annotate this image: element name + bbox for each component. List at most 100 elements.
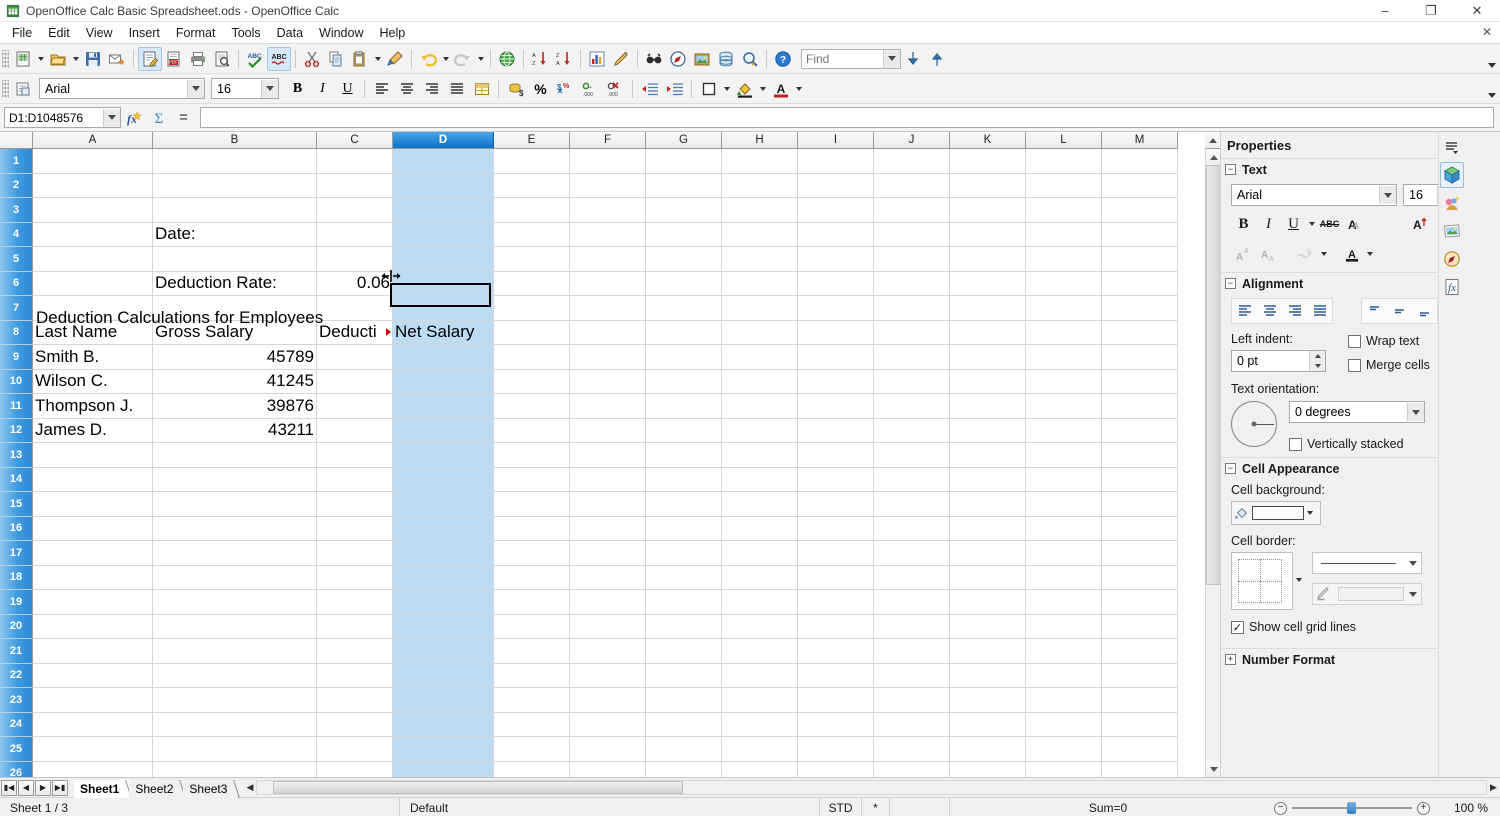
zoom-control[interactable]: − + [1266, 801, 1438, 815]
sort-ascending-icon[interactable]: AZ [528, 47, 552, 71]
cell-area[interactable]: Date: Deduction Rate: 0.06 Last Name Gross S… [33, 149, 1178, 777]
cell-B1[interactable] [153, 149, 317, 174]
cell-G26[interactable] [646, 761, 722, 777]
cut-icon[interactable] [300, 47, 324, 71]
sidebar-grow-font-button[interactable]: A [1408, 212, 1433, 236]
cell-appearance-panel-header[interactable]: − Cell Appearance ⋯ [1221, 457, 1464, 479]
hscroll-left-icon[interactable]: ◀ [243, 780, 256, 795]
text-panel-header[interactable]: − Text ⋯ [1221, 158, 1464, 180]
cell-H17[interactable] [722, 541, 798, 566]
font-size-dropdown-icon[interactable] [261, 79, 278, 98]
maximize-button[interactable]: ❐ [1408, 0, 1454, 22]
cell-A9[interactable]: Smith B. [33, 345, 153, 370]
row-header-8[interactable]: 8 [0, 320, 33, 345]
sheet-tab-2[interactable]: Sheet2 [129, 779, 187, 798]
cell-G14[interactable] [646, 467, 722, 492]
cell-D24[interactable] [393, 712, 494, 737]
cell-C14[interactable] [317, 467, 393, 492]
status-page-style[interactable]: Default [400, 797, 820, 816]
text-orientation-dial[interactable] [1231, 401, 1277, 447]
row-header-17[interactable]: 17 [0, 541, 33, 566]
merge-cells-icon[interactable] [469, 76, 494, 101]
cell-C19[interactable] [317, 590, 393, 615]
styles-deck-icon[interactable] [1440, 190, 1464, 216]
cell-H2[interactable] [722, 173, 798, 198]
menu-view[interactable]: View [78, 23, 121, 43]
cell-I18[interactable] [798, 565, 874, 590]
cell-E6[interactable] [494, 271, 570, 296]
column-header-G[interactable]: G [646, 132, 722, 149]
cell-I3[interactable] [798, 198, 874, 223]
cell-L20[interactable] [1026, 614, 1102, 639]
formatting-toolbar-grip[interactable] [2, 79, 9, 98]
cell-C16[interactable] [317, 516, 393, 541]
cell-I2[interactable] [798, 173, 874, 198]
cell-B17[interactable] [153, 541, 317, 566]
cell-D10[interactable] [393, 369, 494, 394]
cell-B19[interactable] [153, 590, 317, 615]
cell-C12[interactable] [317, 418, 393, 443]
functions-deck-icon[interactable]: fx [1440, 274, 1464, 300]
cell-G15[interactable] [646, 492, 722, 517]
previous-sheet-button[interactable]: ◀ [18, 779, 34, 796]
borders-dropdown-icon[interactable] [721, 77, 732, 101]
row-header-11[interactable]: 11 [0, 394, 33, 419]
menu-insert[interactable]: Insert [121, 23, 168, 43]
cell-D1[interactable] [393, 149, 494, 174]
cell-J19[interactable] [874, 590, 950, 615]
column-header-E[interactable]: E [494, 132, 570, 149]
cell-K18[interactable] [950, 565, 1026, 590]
cell-B6[interactable]: Deduction Rate: [153, 271, 317, 296]
cell-E19[interactable] [494, 590, 570, 615]
cell-H24[interactable] [722, 712, 798, 737]
cell-C3[interactable] [317, 198, 393, 223]
cell-J17[interactable] [874, 541, 950, 566]
cell-D22[interactable] [393, 663, 494, 688]
paste-icon[interactable] [348, 47, 372, 71]
cell-G22[interactable] [646, 663, 722, 688]
cell-J6[interactable] [874, 271, 950, 296]
cell-M20[interactable] [1102, 614, 1178, 639]
row-header-9[interactable]: 9 [0, 345, 33, 370]
column-header-D[interactable]: D [393, 132, 494, 149]
cell-E24[interactable] [494, 712, 570, 737]
cell-K22[interactable] [950, 663, 1026, 688]
cell-M11[interactable] [1102, 394, 1178, 419]
formula-input-line[interactable] [200, 107, 1494, 128]
cell-F8[interactable] [570, 320, 646, 345]
cell-K12[interactable] [950, 418, 1026, 443]
cell-K8[interactable] [950, 320, 1026, 345]
cell-D25[interactable] [393, 737, 494, 762]
cell-F24[interactable] [570, 712, 646, 737]
hyperlink-icon[interactable] [495, 47, 519, 71]
cell-B23[interactable] [153, 688, 317, 713]
sidebar-font-size-input[interactable] [1404, 185, 1437, 205]
cell-B14[interactable] [153, 467, 317, 492]
sidebar-align-center-icon[interactable] [1257, 299, 1282, 323]
cell-J24[interactable] [874, 712, 950, 737]
cell-D4[interactable] [393, 222, 494, 247]
cell-D23[interactable] [393, 688, 494, 713]
next-sheet-button[interactable]: ▶ [35, 779, 51, 796]
number-format-expand-icon[interactable]: + [1225, 654, 1236, 665]
cell-L5[interactable] [1026, 247, 1102, 272]
cell-C23[interactable] [317, 688, 393, 713]
cell-A1[interactable] [33, 149, 153, 174]
sidebar-align-top-icon[interactable] [1362, 299, 1387, 323]
cell-K20[interactable] [950, 614, 1026, 639]
cell-E8[interactable] [494, 320, 570, 345]
cell-E22[interactable] [494, 663, 570, 688]
navigator-icon[interactable] [666, 47, 690, 71]
cell-C4[interactable] [317, 222, 393, 247]
cell-F12[interactable] [570, 418, 646, 443]
row-header-10[interactable]: 10 [0, 369, 33, 394]
cell-A18[interactable] [33, 565, 153, 590]
align-center-icon[interactable] [394, 76, 419, 101]
zoom-icon[interactable] [738, 47, 762, 71]
cell-I6[interactable] [798, 271, 874, 296]
cell-M14[interactable] [1102, 467, 1178, 492]
sidebar-shadow-button[interactable]: AA [1342, 212, 1367, 236]
cell-F7[interactable] [570, 296, 646, 321]
cell-C21[interactable] [317, 639, 393, 664]
background-color-icon[interactable] [732, 76, 757, 101]
